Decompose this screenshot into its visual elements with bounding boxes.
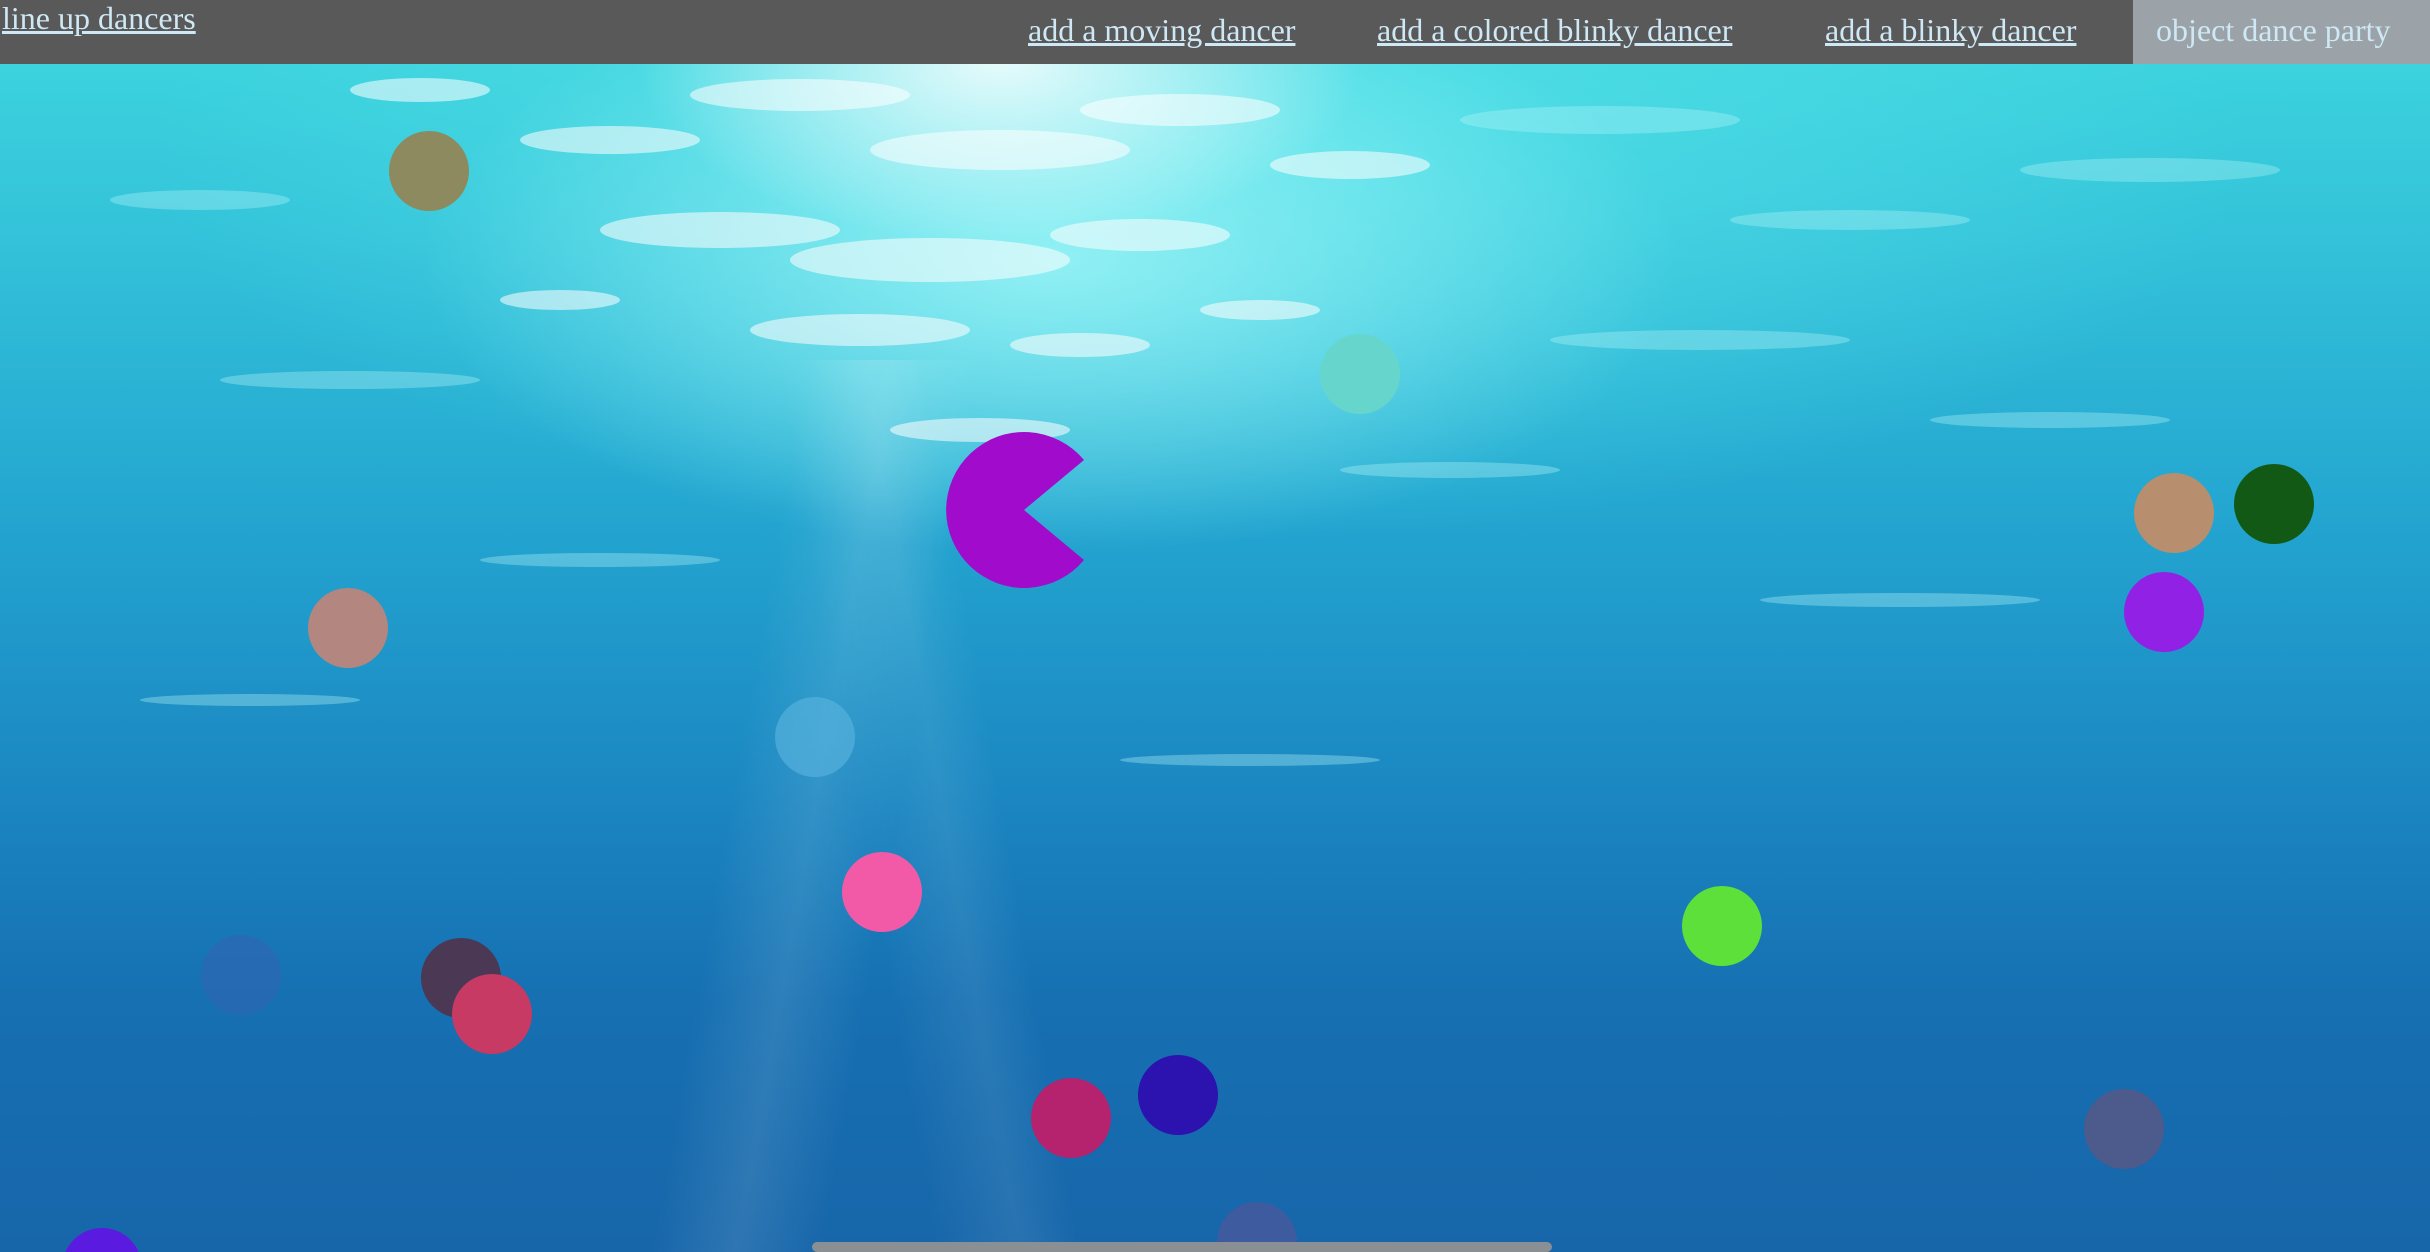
pacman-dancer[interactable] (944, 430, 1104, 590)
dancer-dot[interactable] (389, 131, 469, 211)
dance-party-title-box: object dance party (2133, 0, 2430, 64)
dancer-dot[interactable] (775, 697, 855, 777)
dancer-dot[interactable] (1320, 334, 1400, 414)
dancer-dot[interactable] (62, 1228, 142, 1252)
dancer-dot[interactable] (201, 935, 281, 1015)
dancer-dot[interactable] (2084, 1089, 2164, 1169)
dancer-dot[interactable] (2124, 572, 2204, 652)
dancer-dot[interactable] (2234, 464, 2314, 544)
add-colored-blinky-dancer-link[interactable]: add a colored blinky dancer (1377, 12, 1732, 49)
add-moving-dancer-link[interactable]: add a moving dancer (1028, 12, 1295, 49)
dancer-dot[interactable] (1138, 1055, 1218, 1135)
dancer-dot[interactable] (842, 852, 922, 932)
line-up-dancers-link[interactable]: line up dancers (2, 0, 196, 37)
dancer-dot[interactable] (2134, 473, 2214, 553)
add-blinky-dancer-link[interactable]: add a blinky dancer (1825, 12, 2076, 49)
dancer-dot[interactable] (1682, 886, 1762, 966)
dancer-dot[interactable] (1031, 1078, 1111, 1158)
dancer-dot[interactable] (308, 588, 388, 668)
horizontal-scrollbar[interactable] (812, 1242, 1552, 1252)
top-nav-bar: line up dancers add a moving dancer add … (0, 0, 2430, 64)
dancer-dot[interactable] (452, 974, 532, 1054)
dance-floor: line up dancers add a moving dancer add … (0, 0, 2430, 1252)
pacman-shape (946, 432, 1084, 588)
dance-party-title: object dance party (2156, 12, 2391, 48)
